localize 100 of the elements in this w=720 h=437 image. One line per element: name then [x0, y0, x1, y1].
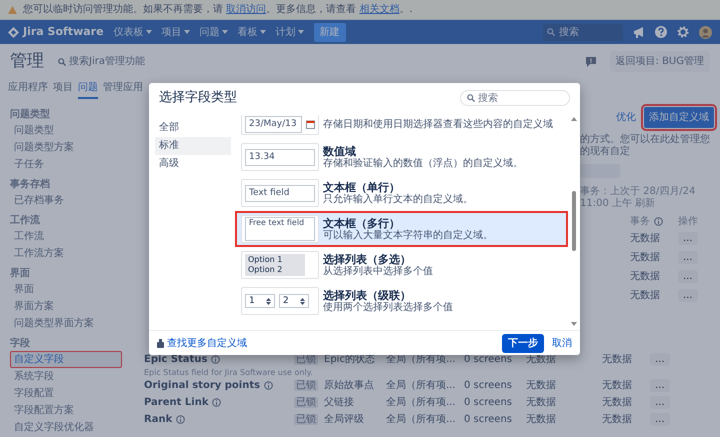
- spinner-icon: [266, 298, 271, 304]
- admin-tab[interactable]: 管理应用: [103, 80, 143, 99]
- textarea-preview-field: Free text field: [245, 217, 315, 241]
- sidebar-heading: 问题类型: [10, 108, 51, 122]
- help-icon[interactable]: [655, 26, 667, 38]
- feedback-icon[interactable]: [586, 56, 596, 66]
- category-item[interactable]: 标准: [155, 137, 231, 155]
- nav-menu[interactable]: 仪表板: [114, 24, 152, 40]
- table-cell-text: 父链接: [324, 396, 355, 410]
- sidebar-item[interactable]: 工作流方案: [10, 245, 122, 262]
- more-actions-button[interactable]: ...: [650, 379, 670, 392]
- next-button[interactable]: 下一步: [502, 334, 544, 352]
- field-type-description: 存储日期和使用日期选择器查看这些内容的自定义域: [323, 119, 554, 131]
- table-cell-text: 无数据: [602, 413, 633, 427]
- sidebar-heading: 界面: [10, 267, 31, 281]
- sidebar-item[interactable]: 界面: [10, 281, 122, 298]
- sidebar-item[interactable]: 自定义字段优化器: [10, 419, 122, 436]
- settings-icon[interactable]: [677, 26, 689, 38]
- info-icon: [212, 398, 222, 407]
- table-cell-text: 全局评级: [324, 413, 365, 427]
- table-cell-text: 0 screens: [464, 353, 513, 367]
- info-icon: [211, 355, 220, 364]
- filter-field[interactable]: [580, 164, 620, 178]
- search-field[interactable]: 搜索: [460, 90, 570, 106]
- field-type-option[interactable]: Option 1 Option 2 选择列表（多选） 从选择列表中选择多个值: [235, 247, 568, 283]
- category-item[interactable]: 全部: [155, 119, 231, 137]
- nav-menu[interactable]: 问题: [200, 24, 228, 40]
- sidebar-item[interactable]: 工作流: [10, 228, 122, 245]
- table-cell-text: 0 screens: [464, 379, 513, 393]
- more-actions-button[interactable]: ...: [678, 289, 698, 302]
- locked-tag: 已锁: [294, 380, 318, 391]
- caret-icon: [222, 30, 228, 34]
- more-actions-button[interactable]: ...: [678, 251, 698, 264]
- nav-menu[interactable]: 看板: [238, 24, 266, 40]
- sidebar-heading: 事务存档: [10, 178, 51, 192]
- sidebar-item[interactable]: 问题类型: [10, 122, 122, 139]
- optimize-link[interactable]: 优化: [616, 110, 636, 125]
- field-type-option[interactable]: Free text field 文本框（多行） 可以输入大量文本字符串的自定义域。: [235, 211, 568, 247]
- admin-tab[interactable]: 应用程序: [8, 80, 48, 99]
- sidebar-item[interactable]: 自定义字段: [10, 351, 122, 368]
- avatar-icon[interactable]: [699, 26, 712, 38]
- table-cell-text: 无数据: [630, 289, 661, 303]
- sidebar-item[interactable]: 已存档事务: [10, 192, 122, 209]
- table-cell-text: 原始故事点: [324, 378, 375, 393]
- table-cell-text: 0 screens: [464, 413, 513, 427]
- more-actions-button[interactable]: ...: [678, 270, 698, 283]
- admin-search-link[interactable]: 搜索Jira管理功能: [58, 54, 145, 69]
- table-cell-text: 无数据: [602, 353, 633, 367]
- info-icon: [176, 415, 186, 424]
- refresh-note: 事务：上次于 28/四月/24 11:00 上午 刷新: [580, 186, 696, 210]
- sidebar-item[interactable]: 系统字段: [10, 368, 122, 385]
- back-to-project-button[interactable]: 返回项目: BUG管理: [610, 51, 710, 72]
- table-cell-text: 无数据: [630, 251, 661, 265]
- field-type-option[interactable]: 1 2 选择列表（级联） 使用两个选择列表选择多个值: [235, 283, 568, 319]
- caret-icon: [184, 30, 190, 34]
- calendar-icon: [306, 120, 315, 129]
- field-type-option[interactable]: 13.34 数值域 存储和验证输入的数值（浮点）的自定义域。: [235, 139, 568, 175]
- field-type-description: 只允许输入单行文本的自定义域。: [323, 194, 474, 206]
- category-item[interactable]: 高级: [155, 155, 231, 173]
- more-actions-button[interactable]: ...: [650, 353, 670, 366]
- field-type-name: 文本框（多行）: [323, 216, 401, 230]
- search-icon: [547, 28, 555, 36]
- sidebar-item[interactable]: 界面方案: [10, 298, 122, 315]
- select-value: 1: [249, 295, 255, 307]
- sidebar-item[interactable]: 问题类型界面方案: [10, 315, 122, 332]
- more-actions-button[interactable]: ...: [650, 413, 670, 426]
- sidebar-item[interactable]: 字段配置: [10, 385, 122, 402]
- megaphone-icon[interactable]: [633, 26, 645, 38]
- more-actions-button[interactable]: ...: [650, 396, 670, 409]
- table-cell-text: 全局（所有项...: [386, 378, 457, 393]
- sidebar-item[interactable]: 字段配置方案: [10, 402, 122, 419]
- cancel-link[interactable]: 取消: [552, 336, 572, 350]
- nav-menu[interactable]: 项目: [162, 24, 190, 40]
- page-title: 管理: [10, 51, 44, 72]
- find-more-fields-link[interactable]: 查找更多自定义域: [157, 336, 247, 350]
- search-field[interactable]: 搜索: [543, 24, 623, 40]
- more-actions-button[interactable]: ...: [678, 232, 698, 245]
- nav-menu[interactable]: 计划: [276, 24, 304, 40]
- field-name: Parent Link: [144, 396, 208, 410]
- admin-tab[interactable]: 问题: [78, 80, 98, 99]
- caret-icon: [298, 30, 304, 34]
- text-preview-field: 13.34: [245, 148, 315, 166]
- product-name: Jira Software: [23, 24, 104, 40]
- add-custom-field-button[interactable]: 添加自定义域: [644, 107, 714, 128]
- field-type-name: 数值域: [323, 144, 357, 158]
- scroll-down-icon: [571, 322, 577, 326]
- sidebar-item[interactable]: 子任务: [10, 156, 122, 173]
- sidebar-item[interactable]: 问题类型方案: [10, 139, 122, 156]
- search-icon: [58, 58, 66, 66]
- info-icon: [264, 381, 274, 390]
- create-button[interactable]: 新建: [314, 22, 346, 42]
- sidebar-heading: 字段: [10, 337, 31, 351]
- field-type-option[interactable]: Text field 文本框（单行） 只允许输入单行文本的自定义域。: [235, 175, 568, 211]
- banner-link[interactable]: 取消访问: [226, 4, 266, 15]
- sidebar-heading: 工作流: [10, 214, 41, 228]
- admin-tab[interactable]: 项目: [53, 80, 73, 99]
- field-type-name: 选择列表（多选）: [323, 252, 412, 266]
- field-type-name: 文本框（单行）: [323, 180, 401, 194]
- field-type-option[interactable]: 23/May/13 存储日期和使用日期选择器查看这些内容的自定义域: [235, 113, 568, 139]
- banner-link[interactable]: 相关文档: [359, 4, 400, 15]
